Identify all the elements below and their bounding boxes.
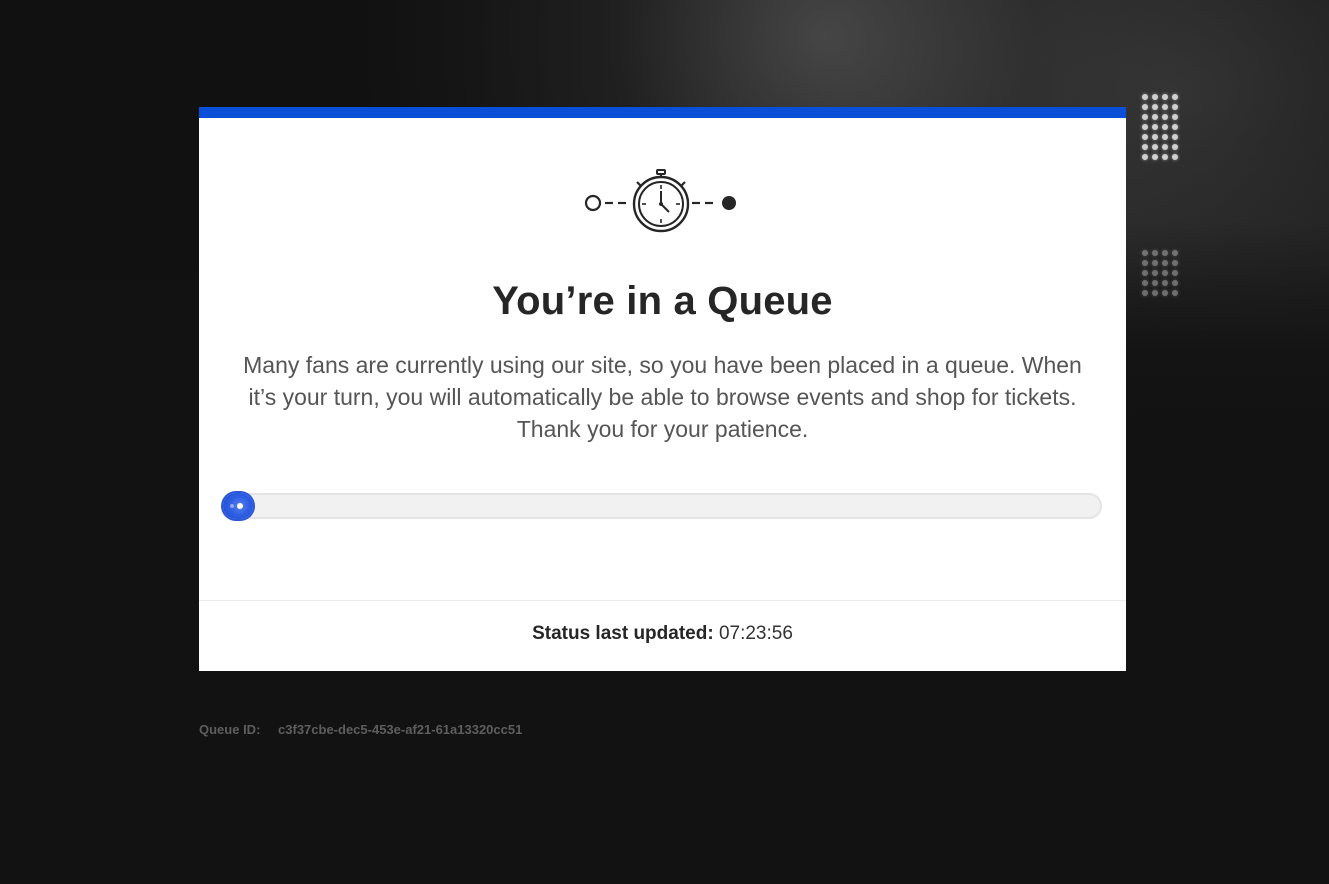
- stage-light-dot: [1162, 260, 1168, 266]
- stage-light-dot: [1172, 94, 1178, 100]
- stage-light-dot: [1152, 154, 1158, 160]
- stage-light-dot: [1162, 154, 1168, 160]
- stage-light-dot: [1172, 280, 1178, 286]
- card-accent-bar: [199, 107, 1126, 118]
- stage-light-dot: [1142, 94, 1148, 100]
- stage-light-dot: [1142, 104, 1148, 110]
- status-time: 07:23:56: [718, 623, 793, 644]
- status-line: Status last updated: 07:23:56: [199, 623, 1126, 645]
- progress-indicator-dot: [237, 503, 243, 509]
- stage-light-dot: [1162, 280, 1168, 286]
- stage-light-dot: [1142, 260, 1148, 266]
- queue-card: You’re in a Queue Many fans are currentl…: [199, 107, 1126, 671]
- stage-light-dot: [1172, 270, 1178, 276]
- stage-light-dot: [1152, 144, 1158, 150]
- stage-light-dot: [1162, 250, 1168, 256]
- stage-light-dot: [1162, 144, 1168, 150]
- stage-light-dot: [1152, 270, 1158, 276]
- stage-light-dot: [1172, 144, 1178, 150]
- stage-light-dot: [1162, 134, 1168, 140]
- stage-light-dot: [1152, 280, 1158, 286]
- progress-indicator-trail: [230, 504, 234, 508]
- stage-light-dot: [1172, 134, 1178, 140]
- stage-light-dot: [1142, 290, 1148, 296]
- stage-light-dot: [1142, 124, 1148, 130]
- stage-light-dot: [1152, 250, 1158, 256]
- stage-light-dot: [1152, 124, 1158, 130]
- stage-light-dot: [1162, 270, 1168, 276]
- stage-light-dot: [1172, 260, 1178, 266]
- status-label: Status last updated:: [532, 623, 714, 644]
- stage-light-dot: [1172, 114, 1178, 120]
- stage-light-dot: [1162, 114, 1168, 120]
- stage-light-dot: [1172, 290, 1178, 296]
- stage-lights-decoration: [1140, 90, 1190, 300]
- card-divider: [199, 600, 1126, 601]
- stage-light-dot: [1152, 114, 1158, 120]
- stage-light-dot: [1152, 260, 1158, 266]
- queue-progress-fill: [223, 493, 253, 519]
- stage-light-dot: [1142, 250, 1148, 256]
- stage-light-dot: [1142, 280, 1148, 286]
- stage-light-dot: [1172, 124, 1178, 130]
- stage-light-dot: [1152, 104, 1158, 110]
- stage-light-dot: [1172, 104, 1178, 110]
- stage-light-dot: [1162, 124, 1168, 130]
- stage-light-dot: [1142, 114, 1148, 120]
- stopwatch-progress-icon: [584, 169, 736, 233]
- queue-progress-bar: [223, 493, 1102, 519]
- page-title: You’re in a Queue: [492, 279, 833, 323]
- stage-light-dot: [1152, 290, 1158, 296]
- queue-id-line: Queue ID: c3f37cbe-dec5-453e-af21-61a133…: [199, 722, 522, 737]
- stage-light-dot: [1152, 134, 1158, 140]
- stage-light-dot: [1142, 154, 1148, 160]
- stage-light-dot: [1172, 154, 1178, 160]
- stage-light-dot: [1172, 250, 1178, 256]
- stage-light-dot: [1142, 134, 1148, 140]
- queue-description: Many fans are currently using our site, …: [243, 352, 1082, 442]
- queue-id-value: c3f37cbe-dec5-453e-af21-61a13320cc51: [278, 722, 523, 737]
- stage-light-dot: [1162, 104, 1168, 110]
- stage-light-dot: [1162, 290, 1168, 296]
- stage-light-dot: [1142, 144, 1148, 150]
- stage-light-dot: [1162, 94, 1168, 100]
- queue-id-label: Queue ID:: [199, 722, 261, 737]
- stage-light-dot: [1152, 94, 1158, 100]
- stage-light-dot: [1142, 270, 1148, 276]
